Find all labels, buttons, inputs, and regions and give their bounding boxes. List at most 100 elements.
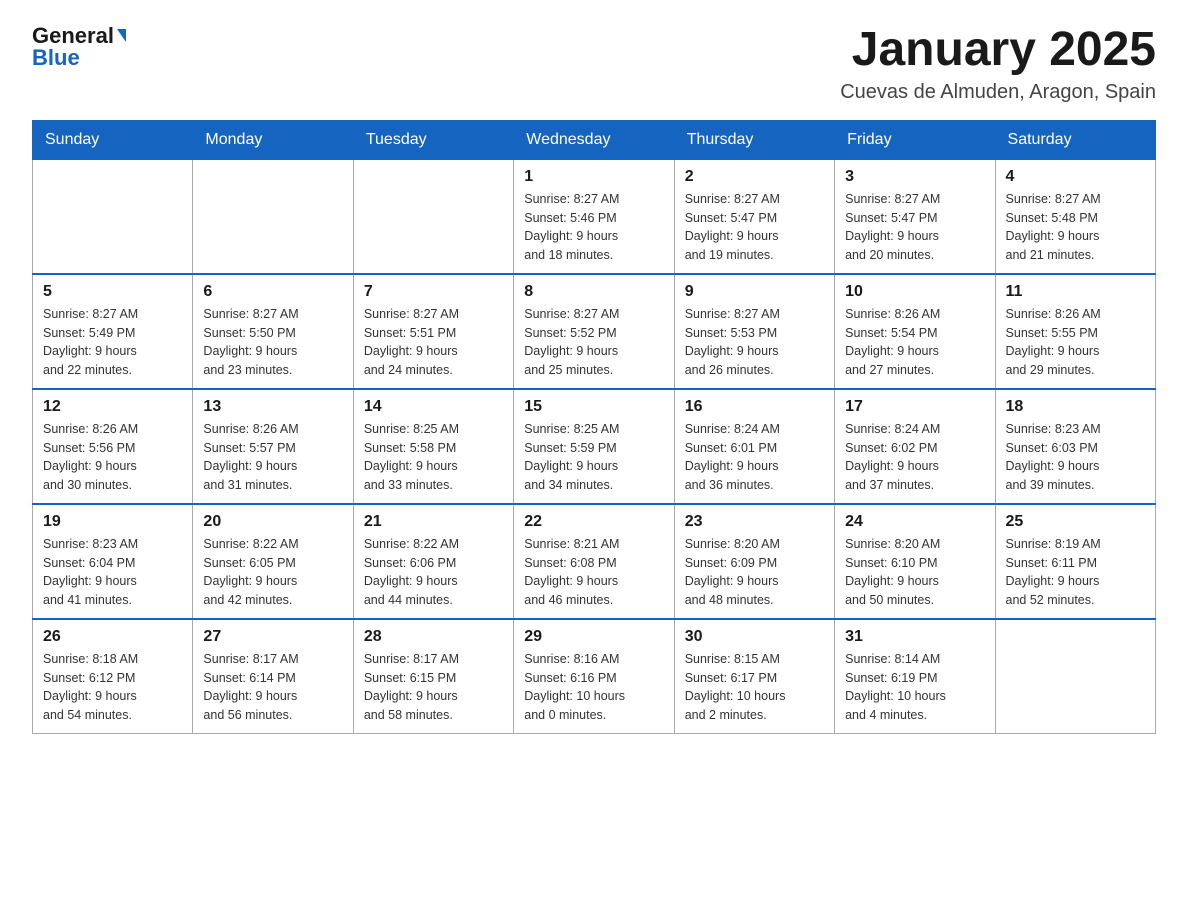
day-info: Sunrise: 8:17 AMSunset: 6:15 PMDaylight:… (364, 650, 503, 725)
calendar-cell: 19Sunrise: 8:23 AMSunset: 6:04 PMDayligh… (33, 504, 193, 619)
day-number: 27 (203, 628, 342, 646)
calendar-cell: 15 Sunrise: 8:25 AMSunset: 5:59 PMDayligh… (514, 389, 674, 504)
day-number: 23 (685, 513, 824, 531)
day-info: Sunrise: 8:16 AMSunset: 6:16 PMDaylight:… (524, 650, 663, 725)
day-info: Sunrise: 8:18 AMSunset: 6:12 PMDaylight:… (43, 650, 182, 725)
day-number: 11 (1006, 283, 1145, 301)
day-info: Sunrise: 8:19 AMSunset: 6:11 PMDaylight:… (1006, 535, 1145, 610)
day-info: Sunrise: 8:27 AMSunset: 5:53 PMDaylight:… (685, 305, 824, 380)
calendar-cell: 11 Sunrise: 8:26 AMSunset: 5:55 PMDayligh… (995, 274, 1155, 389)
day-info: Sunrise: 8:26 AMSunset: 5:54 PMDaylight:… (845, 305, 984, 380)
day-number: 3 (845, 168, 984, 186)
weekday-header-wednesday: Wednesday (514, 120, 674, 159)
calendar-cell: 16 Sunrise: 8:24 AMSunset: 6:01 PMDayligh… (674, 389, 834, 504)
day-number: 20 (203, 513, 342, 531)
day-info: Sunrise: 8:21 AMSunset: 6:08 PMDaylight:… (524, 535, 663, 610)
day-info: Sunrise: 8:27 AMSunset: 5:47 PMDaylight:… (685, 190, 824, 265)
day-number: 26 (43, 628, 182, 646)
weekday-header-sunday: Sunday (33, 120, 193, 159)
day-number: 14 (364, 398, 503, 416)
calendar-title: January 2025 (840, 24, 1156, 77)
calendar-cell: 29 Sunrise: 8:16 AMSunset: 6:16 PMDayligh… (514, 619, 674, 734)
calendar-cell: 9 Sunrise: 8:27 AMSunset: 5:53 PMDaylight… (674, 274, 834, 389)
day-info: Sunrise: 8:25 AMSunset: 5:59 PMDaylight:… (524, 420, 663, 495)
day-number: 19 (43, 513, 182, 531)
day-number: 18 (1006, 398, 1145, 416)
day-number: 17 (845, 398, 984, 416)
calendar-cell: 28 Sunrise: 8:17 AMSunset: 6:15 PMDayligh… (353, 619, 513, 734)
week-row-2: 5 Sunrise: 8:27 AMSunset: 5:49 PMDaylight… (33, 274, 1156, 389)
day-info: Sunrise: 8:27 AMSunset: 5:47 PMDaylight:… (845, 190, 984, 265)
day-number: 30 (685, 628, 824, 646)
calendar-cell (33, 159, 193, 274)
day-number: 10 (845, 283, 984, 301)
calendar-cell: 8Sunrise: 8:27 AMSunset: 5:52 PMDaylight… (514, 274, 674, 389)
calendar-cell: 6Sunrise: 8:27 AMSunset: 5:50 PMDaylight… (193, 274, 353, 389)
day-number: 31 (845, 628, 984, 646)
week-row-5: 26 Sunrise: 8:18 AMSunset: 6:12 PMDayligh… (33, 619, 1156, 734)
day-number: 25 (1006, 513, 1145, 531)
calendar-cell: 17 Sunrise: 8:24 AMSunset: 6:02 PMDayligh… (835, 389, 995, 504)
week-row-4: 19Sunrise: 8:23 AMSunset: 6:04 PMDayligh… (33, 504, 1156, 619)
day-number: 22 (524, 513, 663, 531)
day-info: Sunrise: 8:20 AMSunset: 6:10 PMDaylight:… (845, 535, 984, 610)
calendar-cell: 5 Sunrise: 8:27 AMSunset: 5:49 PMDaylight… (33, 274, 193, 389)
day-number: 7 (364, 283, 503, 301)
day-info: Sunrise: 8:17 AMSunset: 6:14 PMDaylight:… (203, 650, 342, 725)
day-info: Sunrise: 8:27 AMSunset: 5:49 PMDaylight:… (43, 305, 182, 380)
day-info: Sunrise: 8:20 AMSunset: 6:09 PMDaylight:… (685, 535, 824, 610)
day-info: Sunrise: 8:26 AMSunset: 5:56 PMDaylight:… (43, 420, 182, 495)
calendar-cell: 14 Sunrise: 8:25 AMSunset: 5:58 PMDayligh… (353, 389, 513, 504)
day-number: 15 (524, 398, 663, 416)
calendar-cell (353, 159, 513, 274)
day-number: 2 (685, 168, 824, 186)
calendar-cell (193, 159, 353, 274)
day-info: Sunrise: 8:27 AMSunset: 5:48 PMDaylight:… (1006, 190, 1145, 265)
logo-arrow-icon (117, 29, 126, 42)
day-info: Sunrise: 8:22 AMSunset: 6:05 PMDaylight:… (203, 535, 342, 610)
day-info: Sunrise: 8:27 AMSunset: 5:50 PMDaylight:… (203, 305, 342, 380)
week-row-3: 12 Sunrise: 8:26 AMSunset: 5:56 PMDayligh… (33, 389, 1156, 504)
calendar-cell: 18 Sunrise: 8:23 AMSunset: 6:03 PMDayligh… (995, 389, 1155, 504)
calendar-cell: 7Sunrise: 8:27 AMSunset: 5:51 PMDaylight… (353, 274, 513, 389)
calendar-cell: 31Sunrise: 8:14 AMSunset: 6:19 PMDayligh… (835, 619, 995, 734)
page-header: General Blue January 2025 Cuevas de Almu… (32, 24, 1156, 104)
day-number: 8 (524, 283, 663, 301)
calendar-cell (995, 619, 1155, 734)
day-number: 29 (524, 628, 663, 646)
title-section: January 2025 Cuevas de Almuden, Aragon, … (840, 24, 1156, 104)
logo-blue: Blue (32, 46, 80, 70)
day-number: 5 (43, 283, 182, 301)
day-info: Sunrise: 8:26 AMSunset: 5:57 PMDaylight:… (203, 420, 342, 495)
day-number: 1 (524, 168, 663, 186)
day-info: Sunrise: 8:24 AMSunset: 6:01 PMDaylight:… (685, 420, 824, 495)
weekday-header-saturday: Saturday (995, 120, 1155, 159)
calendar-cell: 23 Sunrise: 8:20 AMSunset: 6:09 PMDayligh… (674, 504, 834, 619)
day-number: 9 (685, 283, 824, 301)
day-info: Sunrise: 8:25 AMSunset: 5:58 PMDaylight:… (364, 420, 503, 495)
calendar-cell: 24 Sunrise: 8:20 AMSunset: 6:10 PMDayligh… (835, 504, 995, 619)
calendar-cell: 30Sunrise: 8:15 AMSunset: 6:17 PMDayligh… (674, 619, 834, 734)
day-info: Sunrise: 8:26 AMSunset: 5:55 PMDaylight:… (1006, 305, 1145, 380)
week-row-1: 1 Sunrise: 8:27 AMSunset: 5:46 PMDaylight… (33, 159, 1156, 274)
day-number: 28 (364, 628, 503, 646)
calendar-cell: 4 Sunrise: 8:27 AMSunset: 5:48 PMDaylight… (995, 159, 1155, 274)
weekday-header-tuesday: Tuesday (353, 120, 513, 159)
calendar-cell: 22 Sunrise: 8:21 AMSunset: 6:08 PMDayligh… (514, 504, 674, 619)
day-info: Sunrise: 8:22 AMSunset: 6:06 PMDaylight:… (364, 535, 503, 610)
calendar-cell: 26 Sunrise: 8:18 AMSunset: 6:12 PMDayligh… (33, 619, 193, 734)
calendar-cell: 21 Sunrise: 8:22 AMSunset: 6:06 PMDayligh… (353, 504, 513, 619)
calendar-table: SundayMondayTuesdayWednesdayThursdayFrid… (32, 120, 1156, 734)
day-number: 12 (43, 398, 182, 416)
logo: General Blue (32, 24, 126, 70)
day-info: Sunrise: 8:27 AMSunset: 5:46 PMDaylight:… (524, 190, 663, 265)
calendar-cell: 1 Sunrise: 8:27 AMSunset: 5:46 PMDaylight… (514, 159, 674, 274)
day-number: 24 (845, 513, 984, 531)
day-number: 16 (685, 398, 824, 416)
calendar-cell: 20 Sunrise: 8:22 AMSunset: 6:05 PMDayligh… (193, 504, 353, 619)
day-number: 4 (1006, 168, 1145, 186)
day-info: Sunrise: 8:24 AMSunset: 6:02 PMDaylight:… (845, 420, 984, 495)
calendar-cell: 27 Sunrise: 8:17 AMSunset: 6:14 PMDayligh… (193, 619, 353, 734)
day-info: Sunrise: 8:23 AMSunset: 6:03 PMDaylight:… (1006, 420, 1145, 495)
day-number: 21 (364, 513, 503, 531)
